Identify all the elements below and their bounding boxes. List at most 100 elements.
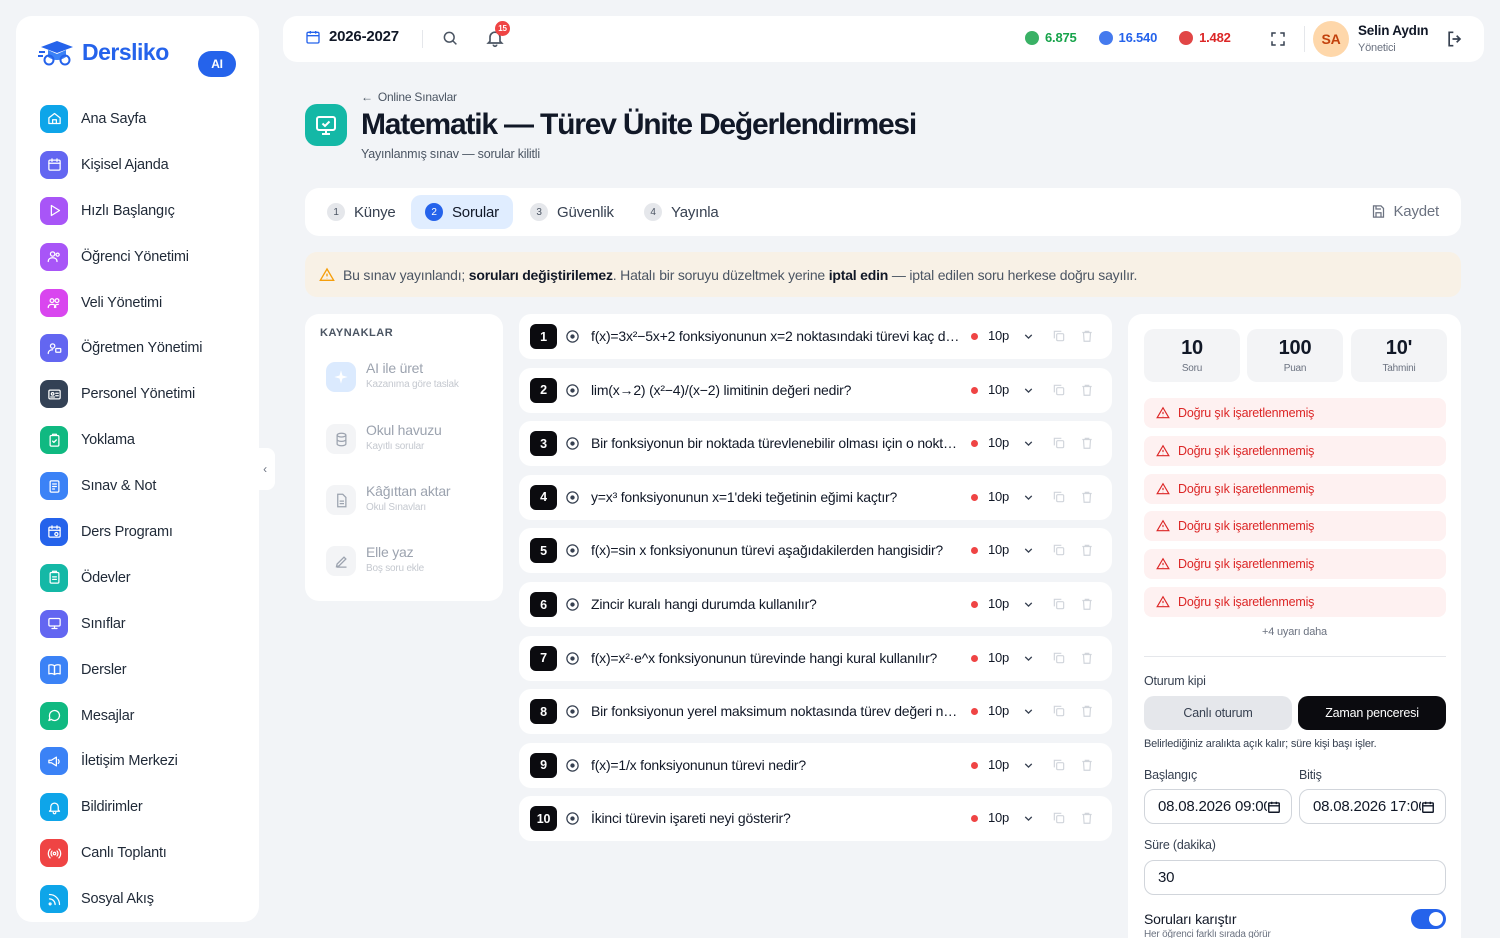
source-manual-write[interactable]: Elle yaz Boş soru ekle bbox=[326, 544, 424, 576]
more-warnings-link[interactable]: +4 uyarı daha bbox=[1128, 626, 1461, 638]
chevron-down-icon[interactable] bbox=[1022, 598, 1035, 611]
sidebar-item[interactable]: Sosyal Akış bbox=[40, 876, 250, 922]
sidebar-item[interactable]: Ödevler bbox=[40, 555, 250, 601]
mode-window-button[interactable]: Zaman penceresi bbox=[1298, 696, 1446, 730]
copy-icon[interactable] bbox=[1052, 651, 1066, 665]
copy-icon[interactable] bbox=[1052, 329, 1066, 343]
question-row[interactable]: 2 lim(x→2) (x²−4)/(x−2) limitinin değeri… bbox=[519, 367, 1112, 413]
source-paper-import[interactable]: Kâğıttan aktar Okul Sınavları bbox=[326, 483, 451, 515]
back-link[interactable]: ← Online Sınavlar bbox=[361, 90, 457, 104]
trash-icon[interactable] bbox=[1080, 811, 1094, 825]
tab-sorular[interactable]: 2 Sorular bbox=[411, 195, 513, 229]
question-row[interactable]: 7 f(x)=x²·e^x fonksiyonunun türevinde ha… bbox=[519, 635, 1112, 681]
trash-icon[interactable] bbox=[1080, 758, 1094, 772]
collapse-sidebar-button[interactable]: ‹ bbox=[255, 448, 275, 490]
copy-icon[interactable] bbox=[1052, 758, 1066, 772]
sidebar-item[interactable]: Sınıflar bbox=[40, 601, 250, 647]
source-school-pool[interactable]: Okul havuzu Kayıtlı sorular bbox=[326, 422, 442, 454]
sidebar-item[interactable]: Yoklama bbox=[40, 417, 250, 463]
copy-icon[interactable] bbox=[1052, 436, 1066, 450]
validation-issue[interactable]: Doğru şık işaretlenmemiş bbox=[1144, 473, 1446, 504]
question-points[interactable]: 10p bbox=[988, 542, 1009, 557]
question-points[interactable]: 10p bbox=[988, 489, 1009, 504]
shuffle-toggle[interactable] bbox=[1411, 909, 1446, 929]
question-row[interactable]: 3 Bir fonksiyonun bir noktada türevleneb… bbox=[519, 421, 1112, 467]
source-ai-generate[interactable]: AI ile üret Kazanıma göre taslak bbox=[326, 360, 459, 392]
chevron-down-icon[interactable] bbox=[1022, 491, 1035, 504]
question-row[interactable]: 9 f(x)=1/x fonksiyonunun türevi nedir? 1… bbox=[519, 742, 1112, 788]
copy-icon[interactable] bbox=[1052, 490, 1066, 504]
trash-icon[interactable] bbox=[1080, 704, 1094, 718]
question-points[interactable]: 10p bbox=[988, 382, 1009, 397]
question-points[interactable]: 10p bbox=[988, 810, 1009, 825]
question-row[interactable]: 5 f(x)=sin x fonksiyonunun türevi aşağıd… bbox=[519, 528, 1112, 574]
ai-badge[interactable]: AI bbox=[198, 51, 236, 77]
chevron-down-icon[interactable] bbox=[1022, 759, 1035, 772]
end-datetime-input[interactable]: 08.08.2026 17:00 bbox=[1299, 789, 1446, 824]
chevron-down-icon[interactable] bbox=[1022, 330, 1035, 343]
trash-icon[interactable] bbox=[1080, 597, 1094, 611]
sidebar-item[interactable]: Mesajlar bbox=[40, 693, 250, 739]
tab-guvenlik[interactable]: 3 Güvenlik bbox=[516, 195, 628, 229]
mode-live-button[interactable]: Canlı oturum bbox=[1144, 696, 1292, 730]
sidebar-item[interactable]: Bildirimler bbox=[40, 784, 250, 830]
trash-icon[interactable] bbox=[1080, 543, 1094, 557]
sidebar-item[interactable]: Dersler bbox=[40, 647, 250, 693]
trash-icon[interactable] bbox=[1080, 490, 1094, 504]
start-datetime-input[interactable]: 08.08.2026 09:00 bbox=[1144, 789, 1292, 824]
question-points[interactable]: 10p bbox=[988, 703, 1009, 718]
copy-icon[interactable] bbox=[1052, 543, 1066, 557]
sidebar-item[interactable]: Sınav & Not bbox=[40, 463, 250, 509]
question-row[interactable]: 1 f(x)=3x²−5x+2 fonksiyonunun x=2 noktas… bbox=[519, 314, 1112, 359]
avatar[interactable]: SA bbox=[1313, 21, 1349, 57]
chevron-down-icon[interactable] bbox=[1022, 544, 1035, 557]
trash-icon[interactable] bbox=[1080, 329, 1094, 343]
validation-issue[interactable]: Doğru şık işaretlenmemiş bbox=[1144, 549, 1446, 580]
copy-icon[interactable] bbox=[1052, 597, 1066, 611]
tab-kunye[interactable]: 1 Künye bbox=[313, 195, 410, 229]
calendar-icon[interactable] bbox=[1267, 800, 1281, 814]
question-points[interactable]: 10p bbox=[988, 650, 1009, 665]
sidebar-item[interactable]: Personel Yönetimi bbox=[40, 371, 250, 417]
question-row[interactable]: 10 İkinci türevin işareti neyi gösterir?… bbox=[519, 796, 1112, 842]
validation-issue[interactable]: Doğru şık işaretlenmemiş bbox=[1144, 435, 1446, 466]
sidebar-item[interactable]: Öğrenci Yönetimi bbox=[40, 234, 250, 280]
question-row[interactable]: 4 y=x³ fonksiyonunun x=1'deki teğetinin … bbox=[519, 474, 1112, 520]
sidebar-item[interactable]: Canlı Toplantı bbox=[40, 830, 250, 876]
save-button[interactable]: Kaydet bbox=[1371, 203, 1439, 220]
brand[interactable]: Dersliko bbox=[38, 38, 169, 66]
trash-icon[interactable] bbox=[1080, 436, 1094, 450]
sidebar-item[interactable]: Hızlı Başlangıç bbox=[40, 188, 250, 234]
sidebar-item[interactable]: Ders Programı bbox=[40, 509, 250, 555]
copy-icon[interactable] bbox=[1052, 811, 1066, 825]
validation-issue[interactable]: Doğru şık işaretlenmemiş bbox=[1144, 398, 1446, 428]
trash-icon[interactable] bbox=[1080, 383, 1094, 397]
chevron-down-icon[interactable] bbox=[1022, 437, 1035, 450]
duration-input[interactable]: 30 bbox=[1144, 860, 1446, 895]
stat-item[interactable]: 1.482 bbox=[1179, 30, 1231, 45]
question-row[interactable]: 6 Zincir kuralı hangi durumda kullanılır… bbox=[519, 582, 1112, 627]
chevron-down-icon[interactable] bbox=[1022, 705, 1035, 718]
copy-icon[interactable] bbox=[1052, 704, 1066, 718]
sidebar-item[interactable]: İletişim Merkezi bbox=[40, 738, 250, 784]
stat-item[interactable]: 6.875 bbox=[1025, 30, 1077, 45]
sidebar-item[interactable]: Ana Sayfa bbox=[40, 96, 250, 142]
search-icon[interactable] bbox=[441, 29, 459, 47]
sidebar-item[interactable]: Öğretmen Yönetimi bbox=[40, 325, 250, 371]
stat-item[interactable]: 16.540 bbox=[1098, 30, 1157, 45]
question-points[interactable]: 10p bbox=[988, 757, 1009, 772]
logout-icon[interactable] bbox=[1445, 29, 1465, 49]
academic-year-selector[interactable]: 2026-2027 bbox=[305, 28, 399, 45]
question-points[interactable]: 10p bbox=[988, 596, 1009, 611]
validation-issue[interactable]: Doğru şık işaretlenmemiş bbox=[1144, 511, 1446, 542]
chevron-down-icon[interactable] bbox=[1022, 812, 1035, 825]
fullscreen-icon[interactable] bbox=[1269, 30, 1287, 48]
trash-icon[interactable] bbox=[1080, 651, 1094, 665]
chevron-down-icon[interactable] bbox=[1022, 652, 1035, 665]
question-row[interactable]: 8 Bir fonksiyonun yerel maksimum noktası… bbox=[519, 689, 1112, 735]
sidebar-item[interactable]: Veli Yönetimi bbox=[40, 280, 250, 326]
copy-icon[interactable] bbox=[1052, 383, 1066, 397]
question-points[interactable]: 10p bbox=[988, 435, 1009, 450]
chevron-down-icon[interactable] bbox=[1022, 384, 1035, 397]
question-points[interactable]: 10p bbox=[988, 328, 1009, 343]
